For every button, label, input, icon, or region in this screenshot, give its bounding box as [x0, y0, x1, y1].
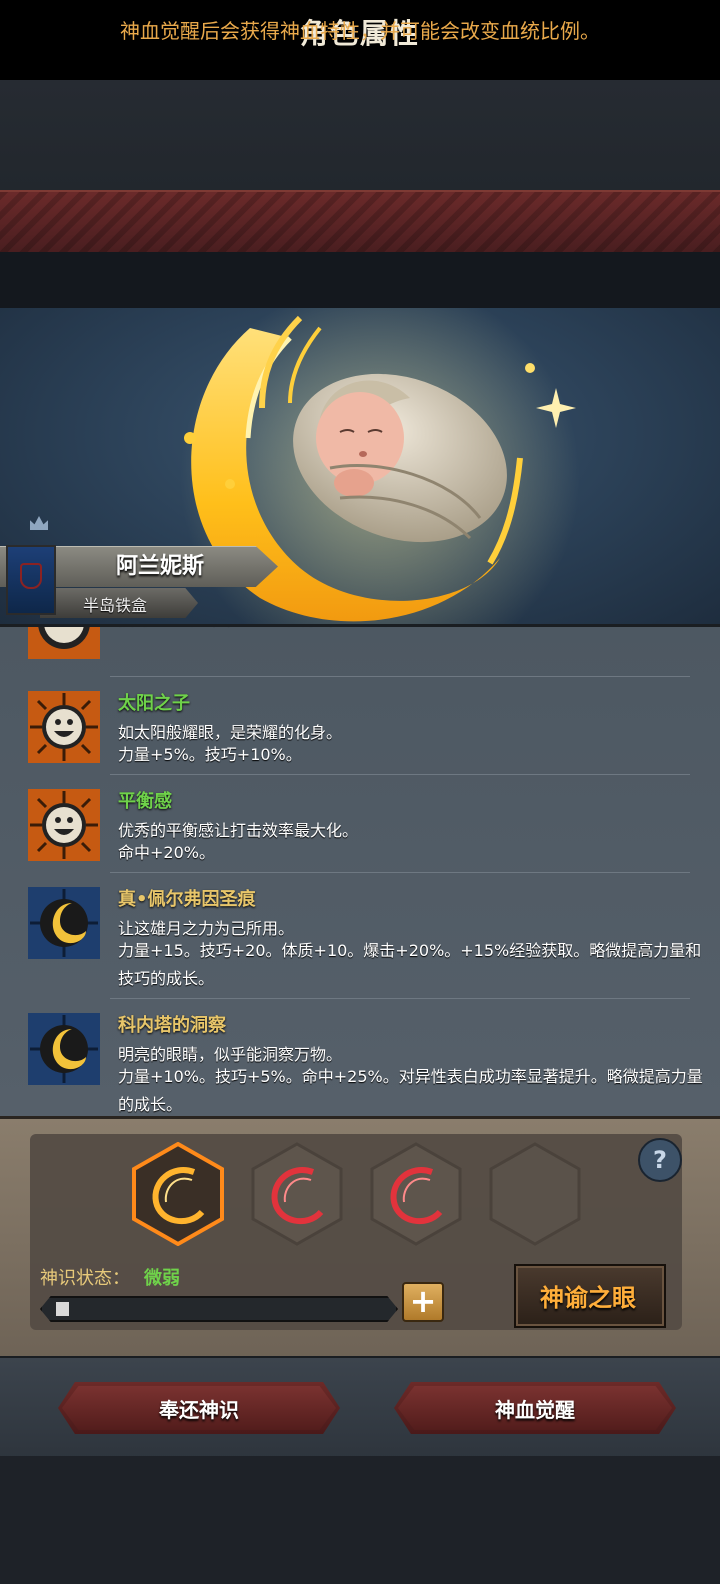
- divine-seal-slot-active[interactable]: [132, 1142, 224, 1246]
- divine-progress-bar: [40, 1296, 398, 1322]
- sun-face-icon: [28, 691, 100, 763]
- trait-description: 优秀的平衡感让打击效率最大化。: [118, 821, 359, 840]
- bottom-background: [0, 1456, 720, 1584]
- trait-description: 如太阳般耀眼，是荣耀的化身。: [118, 723, 343, 742]
- divine-seal-slot-empty[interactable]: [489, 1142, 581, 1246]
- add-divine-button[interactable]: +: [402, 1282, 444, 1322]
- character-name: 阿兰妮斯: [115, 554, 204, 579]
- trait-effect: 力量+5%。技巧+10%。: [118, 745, 302, 764]
- trait-effect: 技巧+5%。命中+10%。爆击+10%。: [118, 627, 708, 633]
- trait-item: 技巧+5%。命中+10%。爆击+10%。: [0, 627, 720, 677]
- family-banner-icon: [6, 545, 56, 615]
- trait-item: 平衡感 优秀的平衡感让打击效率最大化。 命中+20%。: [0, 775, 720, 873]
- trait-name: 太阳之子: [118, 693, 190, 714]
- trait-name: 科内塔的洞察: [118, 1015, 226, 1036]
- sun-face-icon: [28, 627, 100, 659]
- title-bar: [0, 190, 720, 254]
- trait-effect: 力量+10%。技巧+5%。命中+25%。对异性表白成功率显著提升。略微提高力量的…: [118, 1067, 703, 1114]
- divine-progress-fill: [56, 1302, 69, 1316]
- divine-seal-slot[interactable]: [251, 1142, 343, 1246]
- sun-face-icon: [28, 789, 100, 861]
- trait-item: 科内塔的洞察 明亮的眼睛，似乎能洞察万物。 力量+10%。技巧+5%。命中+25…: [0, 999, 720, 1119]
- divine-status-value: 微弱: [144, 1268, 180, 1289]
- page-subtitle: 神血觉醒后会获得神血特性，并可能会改变血统比例。: [120, 19, 600, 43]
- help-icon[interactable]: ?: [638, 1138, 682, 1182]
- trait-description: 明亮的眼睛，似乎能洞察万物。: [118, 1045, 343, 1064]
- crescent-moon-icon: [28, 887, 100, 959]
- trait-item: 真•佩尔弗因圣痕 让这雄月之力为己所用。 力量+15。技巧+20。体质+10。爆…: [0, 873, 720, 999]
- blood-awaken-label[interactable]: 神血觉醒: [394, 1394, 676, 1423]
- character-origin: 半岛铁盒: [82, 596, 147, 615]
- trait-name: 平衡感: [118, 791, 172, 812]
- trait-list[interactable]: 技巧+5%。命中+10%。爆击+10%。 太阳之子 如太阳般耀眼，是荣耀的化身。…: [0, 624, 720, 1119]
- trait-item: 太阳之子 如太阳般耀眼，是荣耀的化身。 力量+5%。技巧+10%。: [0, 677, 720, 775]
- trait-effect: 力量+15。技巧+20。体质+10。爆击+20%。+15%经验获取。略微提高力量…: [118, 941, 702, 988]
- trait-effect: 命中+20%。: [118, 843, 215, 862]
- trait-name: 真•佩尔弗因圣痕: [118, 889, 256, 910]
- subtitle-bar: [0, 252, 720, 308]
- oracle-eye-label[interactable]: 神谕之眼: [514, 1278, 662, 1313]
- divine-seal-slot[interactable]: [370, 1142, 462, 1246]
- return-divine-label[interactable]: 奉还神识: [58, 1394, 340, 1423]
- trait-description: 让这雄月之力为己所用。: [118, 919, 295, 938]
- header-background: [0, 80, 720, 190]
- divine-status-label: 神识状态：: [40, 1268, 130, 1289]
- crescent-moon-icon: [28, 1013, 100, 1085]
